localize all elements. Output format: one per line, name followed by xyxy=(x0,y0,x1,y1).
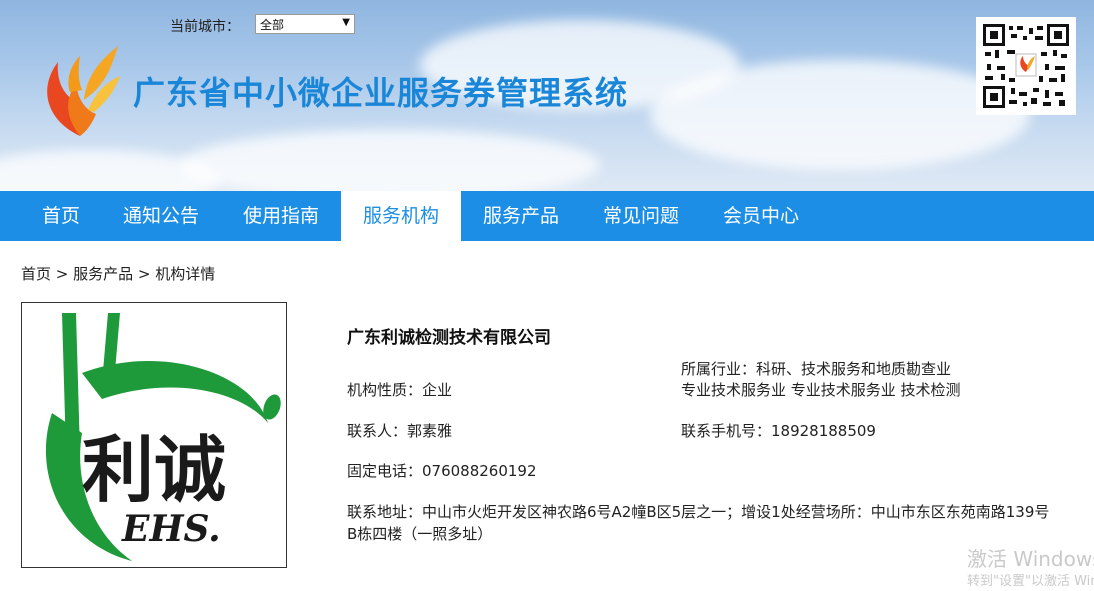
nav-item-service-products[interactable]: 服务产品 xyxy=(461,191,581,241)
city-label: 当前城市： xyxy=(170,19,240,35)
org-address: 联系地址：中山市火炬开发区神农路6号A2幢B区5层之一；增设1处经营场所：中山市… xyxy=(347,503,1050,543)
org-nature: 机构性质：企业 xyxy=(347,381,453,399)
cloud-decoration xyxy=(180,130,600,191)
org-industry-line2: 专业技术服务业 专业技术服务业 技术检测 xyxy=(681,381,961,399)
org-name: 广东利诚检测技术有限公司 xyxy=(347,328,551,348)
org-mobile: 联系手机号：18928188509 xyxy=(681,422,876,440)
cloud-decoration xyxy=(650,60,1030,170)
windows-watermark-title: 激活 Windows xyxy=(967,547,1094,571)
nav-item-guide[interactable]: 使用指南 xyxy=(221,191,341,241)
nav-item-home[interactable]: 首页 xyxy=(21,191,101,241)
main-nav: 首页 通知公告 使用指南 服务机构 服务产品 常见问题 会员中心 xyxy=(0,191,1094,241)
org-logo-text-en: EHS. xyxy=(121,508,221,550)
windows-watermark-subtitle: 转到"设置"以激活 Windows。 xyxy=(967,574,1094,589)
city-selected-value: 全部 xyxy=(260,18,285,32)
nav-item-faq[interactable]: 常见问题 xyxy=(581,191,701,241)
nav-item-member-center[interactable]: 会员中心 xyxy=(701,191,821,241)
nav-item-service-orgs[interactable]: 服务机构 xyxy=(341,191,461,241)
site-logo-icon[interactable] xyxy=(36,40,120,140)
city-select[interactable]: 全部 ▼ xyxy=(255,14,355,34)
org-industry-line1: 所属行业：科研、技术服务和地质勘查业 xyxy=(681,360,952,378)
org-logo-image: 利诚 EHS. xyxy=(45,313,281,561)
site-header: 当前城市： 全部 ▼ 广东省中小微企业服务券管理系统 xyxy=(0,0,1094,191)
qr-code-icon xyxy=(983,24,1069,108)
org-logo: 利诚 EHS. xyxy=(21,302,287,568)
org-contact: 联系人：郭素雅 xyxy=(347,422,453,440)
org-phone: 固定电话：076088260192 xyxy=(347,462,537,480)
breadcrumb: 首页 > 服务产品 > 机构详情 xyxy=(21,265,216,283)
dropdown-arrow-icon: ▼ xyxy=(342,17,350,28)
nav-item-notices[interactable]: 通知公告 xyxy=(101,191,221,241)
org-logo-text-cn: 利诚 xyxy=(82,428,226,512)
qr-code xyxy=(976,17,1076,115)
site-title: 广东省中小微企业服务券管理系统 xyxy=(133,74,629,112)
